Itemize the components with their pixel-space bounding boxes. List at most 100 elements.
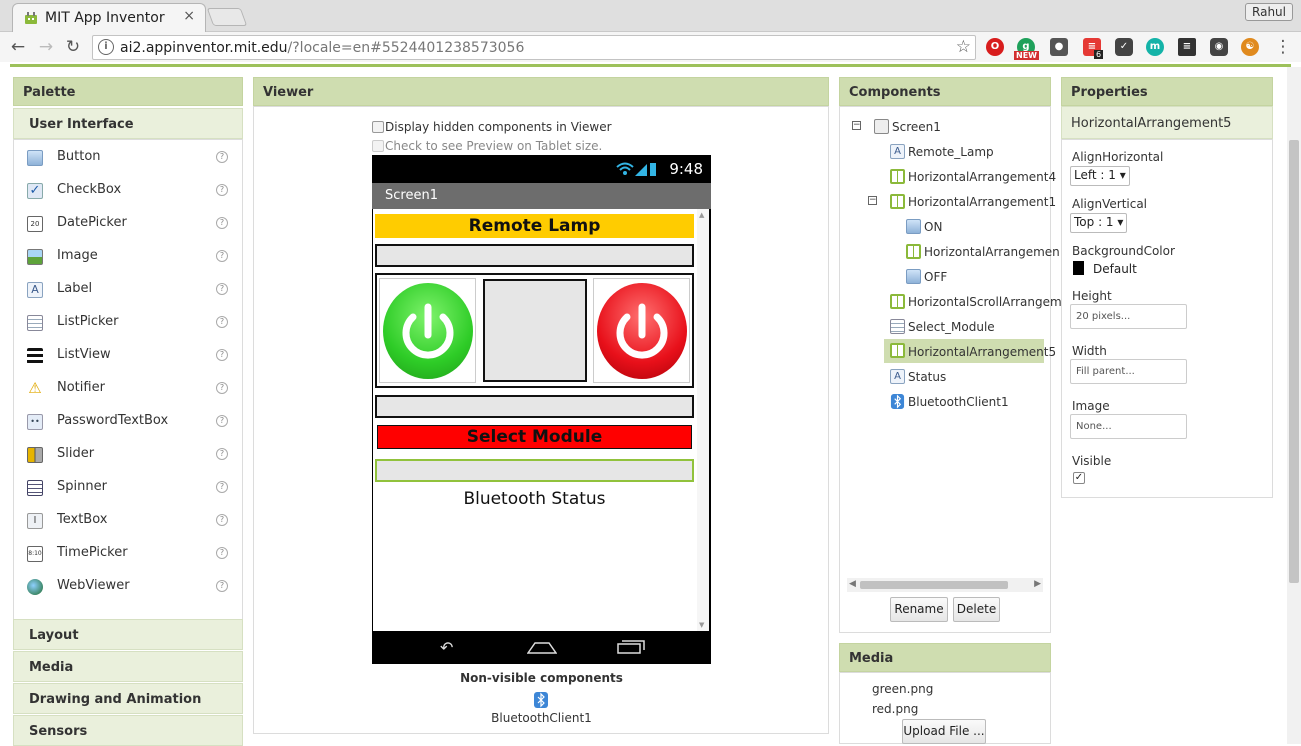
align-horizontal-select[interactable]: Left : 1 ▾ [1070, 166, 1130, 186]
components-header: Components [839, 77, 1051, 106]
palette-item-listpicker[interactable]: ListPicker ? [14, 308, 242, 341]
new-tab-button[interactable] [206, 8, 248, 26]
delete-button[interactable]: Delete [953, 597, 1000, 622]
palette-item-image[interactable]: Image ? [14, 242, 242, 275]
rename-button[interactable]: Rename [890, 597, 948, 622]
align-vertical-select[interactable]: Top : 1 ▾ [1070, 213, 1128, 233]
help-icon[interactable]: ? [216, 448, 228, 460]
palette-category-media[interactable]: Media [13, 651, 243, 682]
nonvisible-component-label[interactable]: BluetoothClient1 [372, 711, 711, 725]
help-icon[interactable]: ? [216, 184, 228, 196]
button-icon [906, 219, 921, 234]
horizontal-arrangement-5-selected[interactable] [375, 459, 694, 482]
display-hidden-checkbox[interactable]: Display hidden components in Viewer [372, 120, 612, 134]
palette-item-label[interactable]: A Label ? [14, 275, 242, 308]
align-horizontal-label: AlignHorizontal [1072, 150, 1164, 164]
tablet-preview-checkbox[interactable]: Check to see Preview on Tablet size. [372, 139, 602, 153]
horizontal-scroll-arrangement[interactable] [375, 395, 694, 418]
arrangement-icon [906, 244, 921, 259]
help-icon[interactable]: ? [216, 580, 228, 592]
palette-item-slider[interactable]: Slider ? [14, 440, 242, 473]
scroll-left-icon[interactable]: ◀ [849, 579, 856, 589]
palette-item-textbox[interactable]: I TextBox ? [14, 506, 242, 539]
profile-button[interactable]: Rahul [1245, 3, 1293, 21]
palette-category-drawing[interactable]: Drawing and Animation [13, 683, 243, 714]
help-icon[interactable]: ? [216, 481, 228, 493]
background-color-value[interactable]: Default [1093, 262, 1137, 276]
palette-item-button[interactable]: Button ? [14, 143, 242, 176]
palette-item-label: PasswordTextBox [57, 413, 169, 428]
media-file-red[interactable]: red.png [872, 702, 918, 716]
power-on-icon [383, 283, 473, 379]
background-color-swatch[interactable] [1073, 261, 1084, 275]
palette-item-listview[interactable]: ListView ? [14, 341, 242, 374]
page-scroll-thumb[interactable] [1289, 140, 1299, 583]
tab-close-icon[interactable]: × [183, 8, 195, 24]
horizontal-arrangement-inner[interactable] [483, 279, 587, 382]
bluetooth-status-label[interactable]: Bluetooth Status [373, 489, 696, 509]
palette-section-user-interface[interactable]: User Interface [13, 108, 243, 139]
collapse-screen1-icon[interactable]: − [852, 121, 861, 130]
back-arrow-icon[interactable]: ← [7, 36, 29, 58]
palette-item-timepicker[interactable]: 8:10 TimePicker ? [14, 539, 242, 572]
media-header: Media [839, 643, 1051, 672]
width-field[interactable]: Fill parent... [1070, 359, 1187, 384]
upload-file-button[interactable]: Upload File ... [902, 719, 986, 744]
owl-extension-icon[interactable]: ◉ [1210, 38, 1228, 56]
address-bar[interactable]: i ai2.appinventor.mit.edu/?locale=en#552… [92, 35, 976, 60]
help-icon[interactable]: ? [216, 283, 228, 295]
bluetooth-icon[interactable] [533, 692, 549, 708]
help-icon[interactable]: ? [216, 514, 228, 526]
orange-extension-icon[interactable]: ☯ [1241, 38, 1259, 56]
help-icon[interactable]: ? [216, 217, 228, 229]
palette-item-passwordtextbox[interactable]: •• PasswordTextBox ? [14, 407, 242, 440]
layers-extension-icon[interactable]: ≡ [1178, 38, 1196, 56]
help-icon[interactable]: ? [216, 151, 228, 163]
reload-icon[interactable]: ↻ [62, 36, 84, 58]
tree-item-horizontalarrangement5-selected[interactable]: HorizontalArrangement5 [884, 339, 1056, 363]
components-horizontal-scrollbar[interactable]: ◀ ▶ [847, 578, 1043, 592]
select-module-listpicker[interactable]: Select Module [377, 425, 692, 449]
checkbox-box[interactable] [372, 140, 384, 152]
horizontal-arrangement-4[interactable] [375, 244, 694, 267]
palette-item-label: Notifier [57, 380, 105, 395]
visible-checkbox[interactable]: ✓ [1073, 472, 1085, 484]
arrangement-icon [890, 343, 905, 358]
checkbox-box[interactable] [372, 121, 384, 133]
media-file-green[interactable]: green.png [872, 682, 933, 696]
image-field[interactable]: None... [1070, 414, 1187, 439]
scroll-right-icon[interactable]: ▶ [1034, 579, 1041, 589]
palette-item-webviewer[interactable]: WebViewer ? [14, 572, 242, 605]
m-extension-icon[interactable]: m [1146, 38, 1164, 56]
notifier-icon: ⚠ [28, 379, 42, 397]
site-info-icon[interactable]: i [98, 39, 114, 55]
help-icon[interactable]: ? [216, 547, 228, 559]
browser-tab[interactable]: MIT App Inventor × [12, 3, 206, 32]
forward-arrow-icon[interactable]: → [35, 36, 57, 58]
help-icon[interactable]: ? [216, 415, 228, 427]
help-icon[interactable]: ? [216, 349, 228, 361]
horizontal-arrangement-1[interactable] [375, 273, 694, 388]
collapse-horizontalarrangement1-icon[interactable]: − [868, 196, 877, 205]
palette-category-sensors[interactable]: Sensors [13, 715, 243, 746]
remote-lamp-label[interactable]: Remote Lamp [375, 214, 694, 238]
help-icon[interactable]: ? [216, 250, 228, 262]
help-icon[interactable]: ? [216, 382, 228, 394]
phone-status-bar: 9:48 [372, 155, 711, 183]
palette-category-layout[interactable]: Layout [13, 619, 243, 650]
palette-item-spinner[interactable]: Spinner ? [14, 473, 242, 506]
bulb-extension-icon[interactable]: ● [1050, 38, 1068, 56]
opera-extension-icon[interactable]: O [986, 38, 1004, 56]
bookmark-star-icon[interactable]: ☆ [956, 37, 971, 57]
palette-item-notifier[interactable]: ⚠ Notifier ? [14, 374, 242, 407]
pocket-extension-icon[interactable]: ✓ [1115, 38, 1133, 56]
on-button[interactable] [379, 278, 476, 383]
screen-scrollbar[interactable]: ▲ ▼ [697, 209, 709, 631]
palette-item-checkbox[interactable]: ✓ CheckBox ? [14, 176, 242, 209]
menu-kebab-icon[interactable]: ⋮ [1272, 36, 1294, 58]
off-button[interactable] [593, 278, 690, 383]
palette-item-datepicker[interactable]: 20 DatePicker ? [14, 209, 242, 242]
help-icon[interactable]: ? [216, 316, 228, 328]
height-field[interactable]: 20 pixels... [1070, 304, 1187, 329]
scroll-thumb[interactable] [860, 581, 1008, 589]
